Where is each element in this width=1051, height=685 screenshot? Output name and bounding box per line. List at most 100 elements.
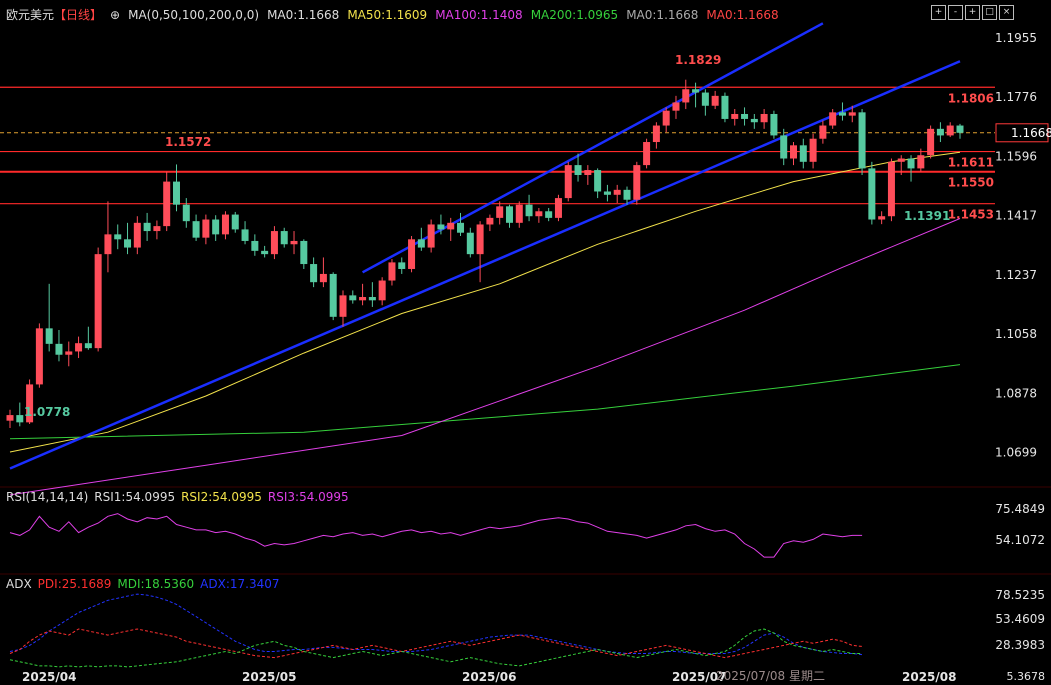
add-icon[interactable]: ⊕: [110, 8, 120, 22]
x-label-aug: 2025/08: [902, 670, 957, 684]
candle-body: [927, 128, 935, 156]
adx-axis-2: 53.4609: [995, 612, 1045, 626]
zoom-in-button[interactable]: +: [931, 5, 946, 20]
candle: [65, 341, 73, 367]
ma100-value: MA100:1.1408: [435, 8, 523, 22]
pdi-value: PDI:25.1689: [37, 577, 112, 591]
candle-body: [408, 239, 416, 269]
candle-body: [163, 181, 171, 227]
candle-body: [672, 102, 680, 111]
rsi-axis-mid: 54.1072: [995, 533, 1045, 547]
candle: [643, 138, 651, 169]
candle-body: [398, 262, 406, 269]
zoom-out-button[interactable]: -: [948, 5, 963, 20]
candle: [554, 194, 562, 222]
candle-body: [799, 145, 807, 162]
candle-body: [505, 206, 513, 223]
candle: [946, 122, 954, 138]
candle: [368, 282, 376, 307]
price-axis-label: 1.0699: [995, 445, 1037, 459]
candle-body: [574, 165, 582, 175]
candle: [672, 95, 680, 119]
candle: [280, 227, 288, 248]
candle: [231, 211, 239, 233]
candle-body: [711, 95, 719, 106]
ma-param[interactable]: MA(0,50,100,200,0,0): [128, 8, 259, 22]
candle-body: [476, 224, 484, 255]
candle-body: [65, 351, 73, 355]
candle-body: [378, 280, 386, 301]
price-axis-label: 1.1417: [995, 209, 1037, 223]
candle: [104, 201, 112, 273]
candle: [163, 171, 171, 232]
window-button[interactable]: □: [982, 5, 997, 20]
close-button[interactable]: ×: [999, 5, 1014, 20]
level-label: 1.1453: [948, 208, 994, 222]
candle-body: [780, 135, 788, 159]
candle: [290, 231, 298, 255]
candle-body: [6, 415, 14, 421]
candle-body: [790, 145, 798, 159]
candle-body: [466, 232, 474, 255]
x-label-jun: 2025/06: [462, 670, 517, 684]
ma50-value: MA50:1.1609: [347, 8, 428, 22]
candle: [760, 109, 768, 129]
candle-body: [741, 113, 749, 119]
candle: [780, 128, 788, 166]
candle: [731, 109, 739, 126]
candle: [359, 283, 367, 306]
candle: [153, 220, 161, 240]
candle-body: [45, 328, 53, 344]
candle-body: [172, 181, 180, 205]
candle-body: [133, 222, 141, 248]
candle: [701, 89, 709, 116]
candle-body: [349, 295, 357, 301]
adx-axis-1: 78.5235: [995, 588, 1045, 602]
candle: [16, 402, 24, 427]
candle: [878, 211, 886, 225]
add-button[interactable]: +: [965, 5, 980, 20]
candle-body: [887, 161, 895, 217]
candle-body: [212, 219, 220, 235]
candle: [447, 217, 455, 241]
ma100-line: [9, 218, 961, 496]
candle-body: [603, 191, 611, 195]
candle-body: [848, 112, 856, 116]
candle: [721, 92, 729, 123]
candle: [790, 142, 798, 166]
candle: [741, 107, 749, 126]
candle: [662, 107, 670, 133]
candle-body: [280, 231, 288, 245]
candle-body: [936, 128, 944, 136]
low-aug-annotation: 1.1391: [904, 209, 950, 223]
rsi-header: RSI(14,14,14) RSI1:54.0995 RSI2:54.0995 RSI…: [6, 490, 355, 504]
candle-body: [770, 113, 778, 136]
x-label-cursor: 2025/07/08 星期二: [716, 669, 825, 683]
candle-body: [55, 343, 63, 355]
candle: [35, 323, 43, 388]
candle-body: [75, 343, 83, 352]
rsi-axis-high: 75.4849: [995, 502, 1045, 516]
candle-body: [447, 222, 455, 230]
rsi-label: RSI(14,14,14): [6, 490, 89, 504]
candle: [55, 330, 63, 362]
candle: [408, 236, 416, 273]
symbol-label[interactable]: 欧元美元: [6, 8, 54, 22]
candle-body: [946, 125, 954, 136]
candle-body: [838, 112, 846, 116]
ma0b-value: MA0:1.1668: [626, 8, 699, 22]
period-label[interactable]: 【日线】: [54, 8, 102, 22]
candle-body: [261, 250, 269, 255]
x-label-may: 2025/05: [242, 670, 297, 684]
candle-body: [623, 189, 631, 200]
candle-body: [613, 189, 621, 195]
candle: [319, 257, 327, 288]
candle: [476, 221, 484, 283]
candle: [799, 138, 807, 169]
candle-body: [545, 211, 553, 218]
candle-body: [437, 224, 445, 230]
candle-body: [124, 239, 132, 248]
candle-body: [368, 297, 376, 301]
rsi3-value: RSI3:54.0995: [267, 490, 349, 504]
trendline: [9, 60, 961, 470]
